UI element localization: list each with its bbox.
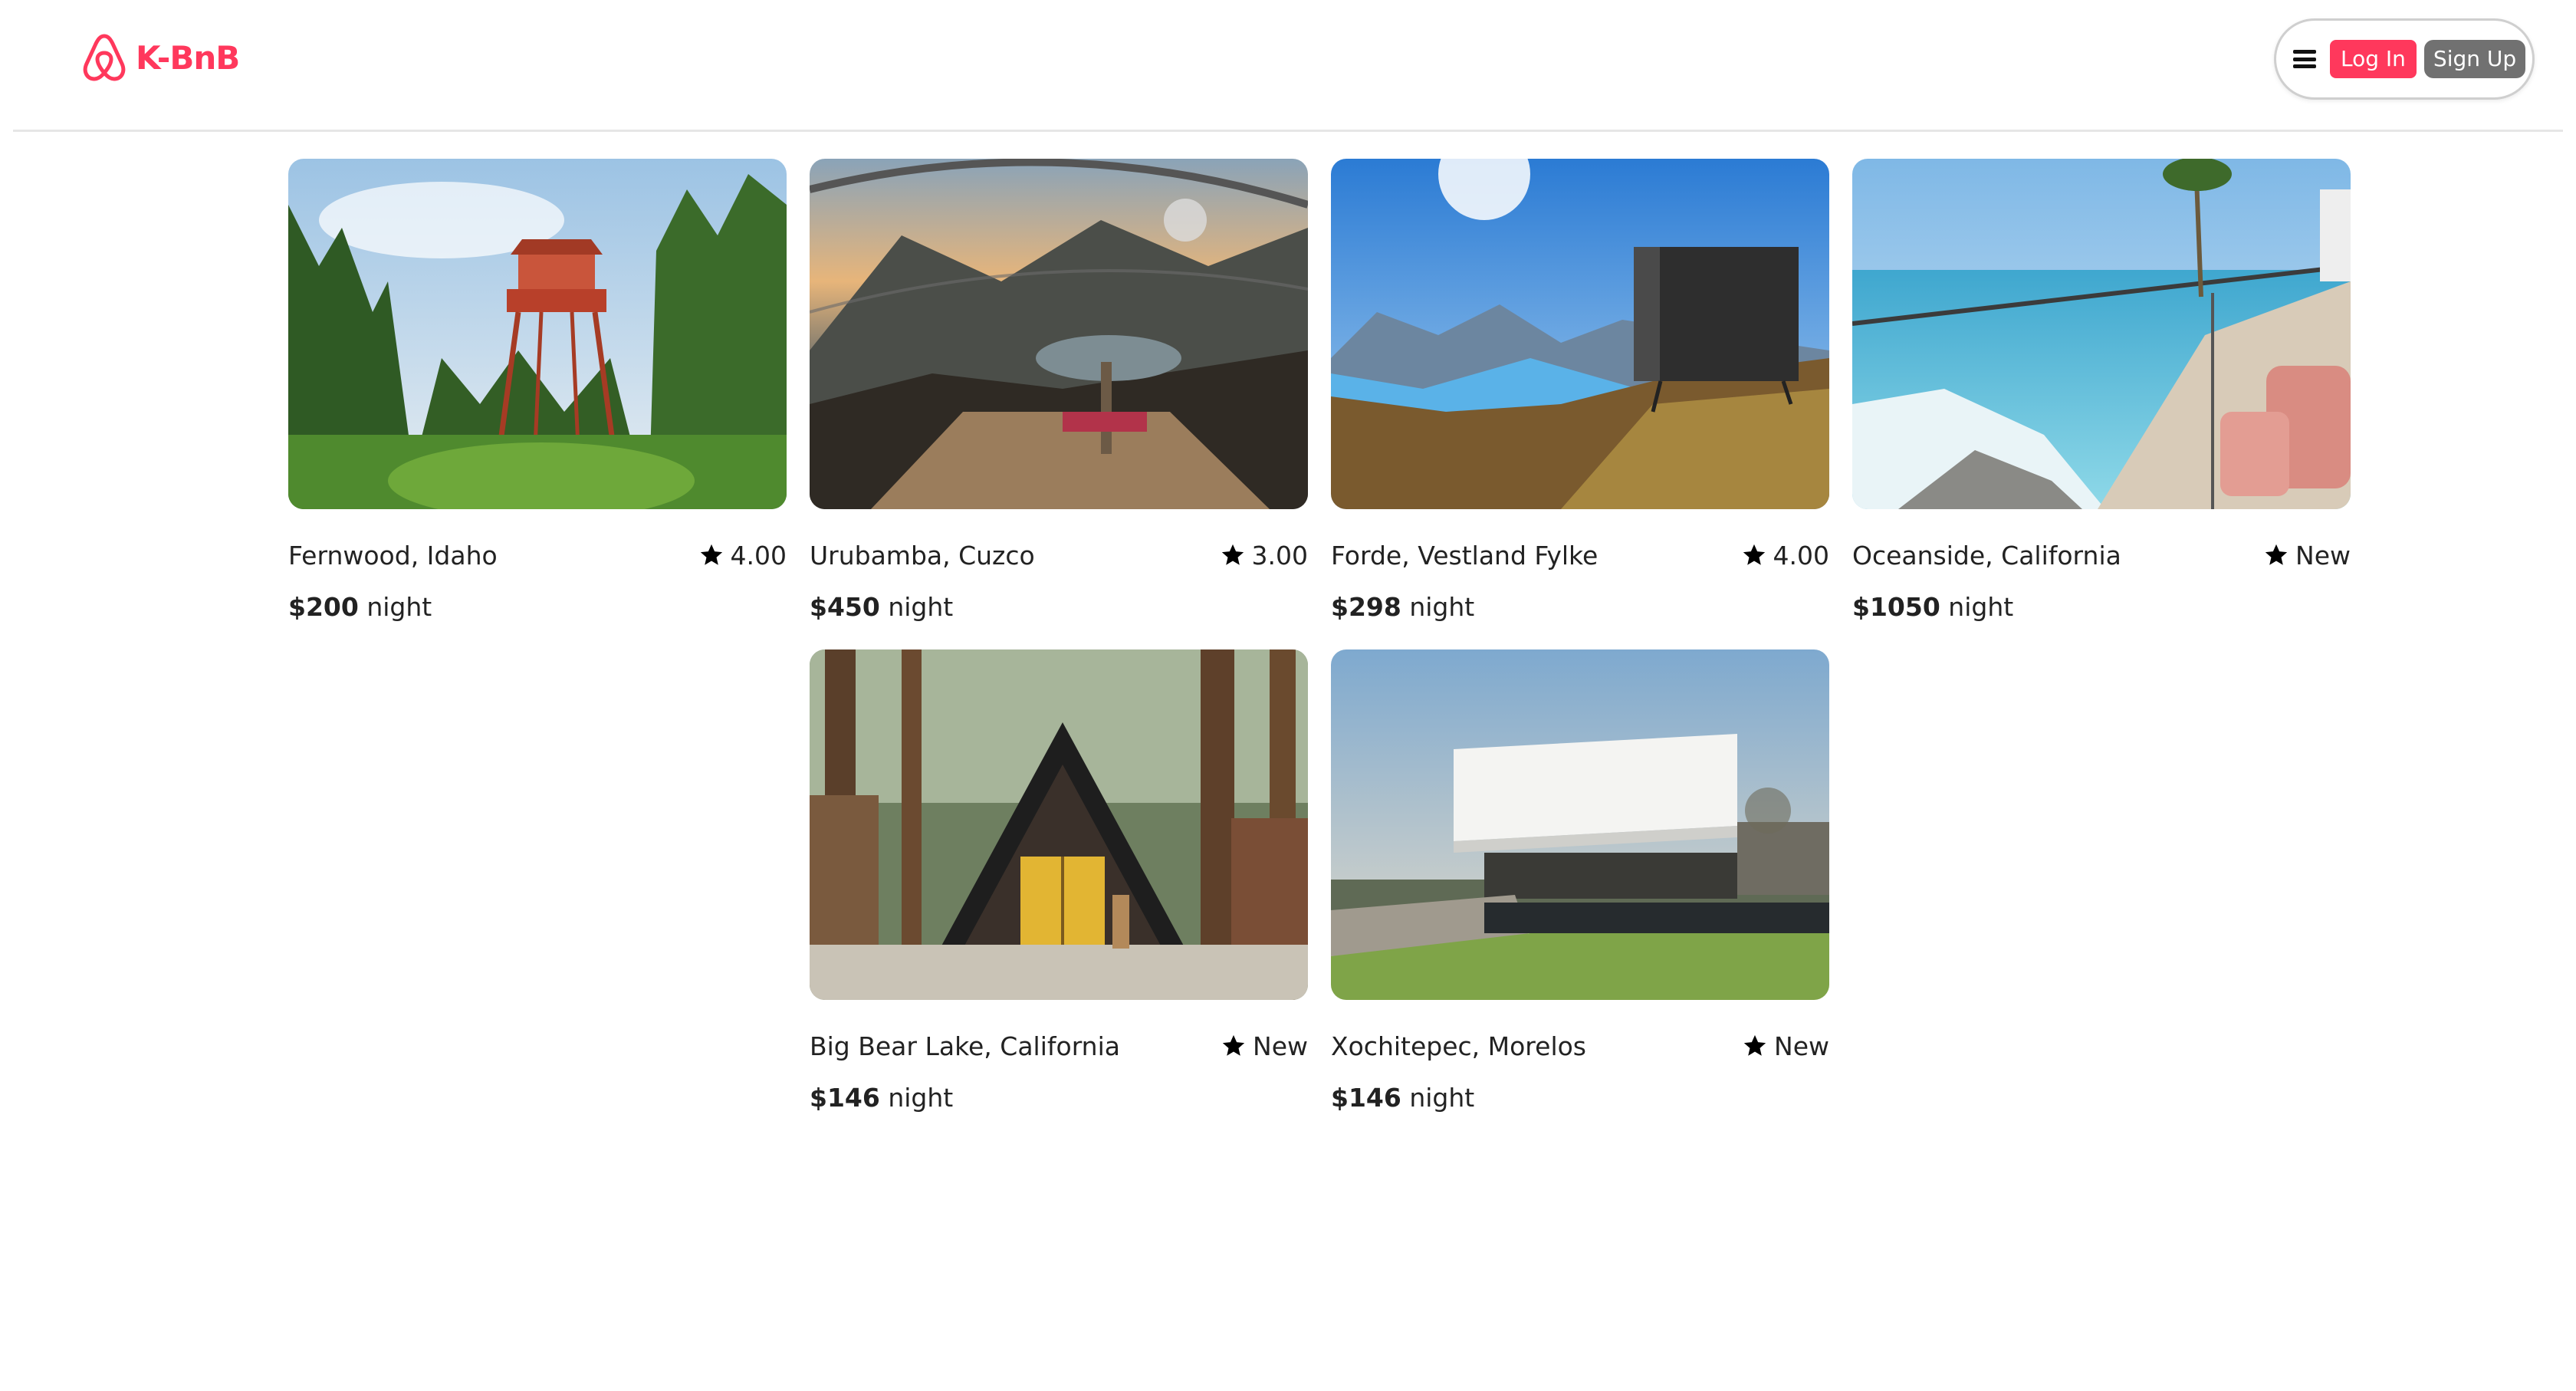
- listing-location: Xochitepec, Morelos: [1331, 1031, 1586, 1061]
- listing-price-line: $1050 night: [1852, 592, 2351, 622]
- rating-value: 3.00: [1251, 540, 1308, 571]
- signup-button[interactable]: Sign Up: [2423, 40, 2526, 78]
- listing-card[interactable]: Xochitepec, Morelos New $146 night: [1331, 649, 1829, 1116]
- listing-price-line: $298 night: [1331, 592, 1829, 622]
- listing-card[interactable]: Oceanside, California New $1050 night: [1852, 159, 2351, 625]
- rating-value: New: [1774, 1031, 1829, 1061]
- listing-location: Fernwood, Idaho: [288, 540, 498, 571]
- rating-value: 4.00: [1773, 540, 1829, 571]
- star-icon: [1741, 542, 1767, 568]
- brand-name: K-BnB: [136, 38, 240, 77]
- listing-photo: [288, 159, 787, 509]
- listing-location: Big Bear Lake, California: [810, 1031, 1120, 1061]
- price-unit: night: [358, 592, 432, 622]
- star-icon: [1742, 1033, 1768, 1059]
- listing-photo: [1852, 159, 2351, 509]
- star-icon: [698, 542, 724, 568]
- airbnb-logo-icon: [83, 34, 126, 81]
- listing-photo: [1331, 159, 1829, 509]
- login-button[interactable]: Log In: [2330, 40, 2417, 78]
- price-unit: night: [1401, 592, 1475, 622]
- price-unit: night: [1940, 592, 2014, 622]
- listing-rating: New: [2263, 541, 2351, 571]
- listing-price: $146: [810, 1083, 880, 1113]
- listing-card[interactable]: Forde, Vestland Fylke 4.00 $298 night: [1331, 159, 1829, 625]
- listing-location: Oceanside, California: [1852, 540, 2121, 571]
- listing-price: $1050: [1852, 592, 1940, 622]
- listing-price-line: $146 night: [810, 1083, 1308, 1113]
- listing-rating: 4.00: [698, 541, 787, 571]
- listing-photo: [1331, 649, 1829, 1000]
- listing-price-line: $450 night: [810, 592, 1308, 622]
- star-icon: [1221, 1033, 1247, 1059]
- listing-rating: New: [1221, 1031, 1308, 1061]
- top-nav: K-BnB Log In Sign Up: [13, 0, 2563, 132]
- listing-price: $146: [1331, 1083, 1401, 1113]
- user-menu: Log In Sign Up: [2274, 18, 2535, 100]
- star-icon: [1220, 542, 1246, 568]
- listing-card[interactable]: Big Bear Lake, California New $146 night: [810, 649, 1308, 1116]
- listings-grid: Fernwood, Idaho 4.00 $200 night Urubamba…: [288, 159, 2351, 1116]
- listing-location: Urubamba, Cuzco: [810, 540, 1035, 571]
- listing-price-line: $146 night: [1331, 1083, 1829, 1113]
- listing-price-line: $200 night: [288, 592, 787, 622]
- listing-rating: 4.00: [1741, 541, 1829, 571]
- rating-value: 4.00: [730, 540, 787, 571]
- listing-price: $200: [288, 592, 359, 622]
- home-logo-link[interactable]: K-BnB: [80, 31, 240, 84]
- rating-value: New: [1253, 1031, 1308, 1061]
- listing-card[interactable]: Fernwood, Idaho 4.00 $200 night: [288, 159, 787, 625]
- app-window: K-BnB Log In Sign Up Fernwood, Idaho 4.0…: [0, 0, 2576, 1391]
- price-unit: night: [879, 592, 954, 622]
- listing-price: $298: [1331, 592, 1401, 622]
- listing-location: Forde, Vestland Fylke: [1331, 540, 1598, 571]
- price-unit: night: [1401, 1083, 1475, 1113]
- star-icon: [2263, 542, 2289, 568]
- listing-rating: New: [1742, 1031, 1829, 1061]
- listing-price: $450: [810, 592, 880, 622]
- listing-rating: 3.00: [1220, 541, 1308, 571]
- rating-value: New: [2295, 540, 2351, 571]
- hamburger-icon[interactable]: [2293, 48, 2316, 71]
- listing-photo: [810, 159, 1308, 509]
- listing-photo: [810, 649, 1308, 1000]
- price-unit: night: [879, 1083, 954, 1113]
- listing-card[interactable]: Urubamba, Cuzco 3.00 $450 night: [810, 159, 1308, 625]
